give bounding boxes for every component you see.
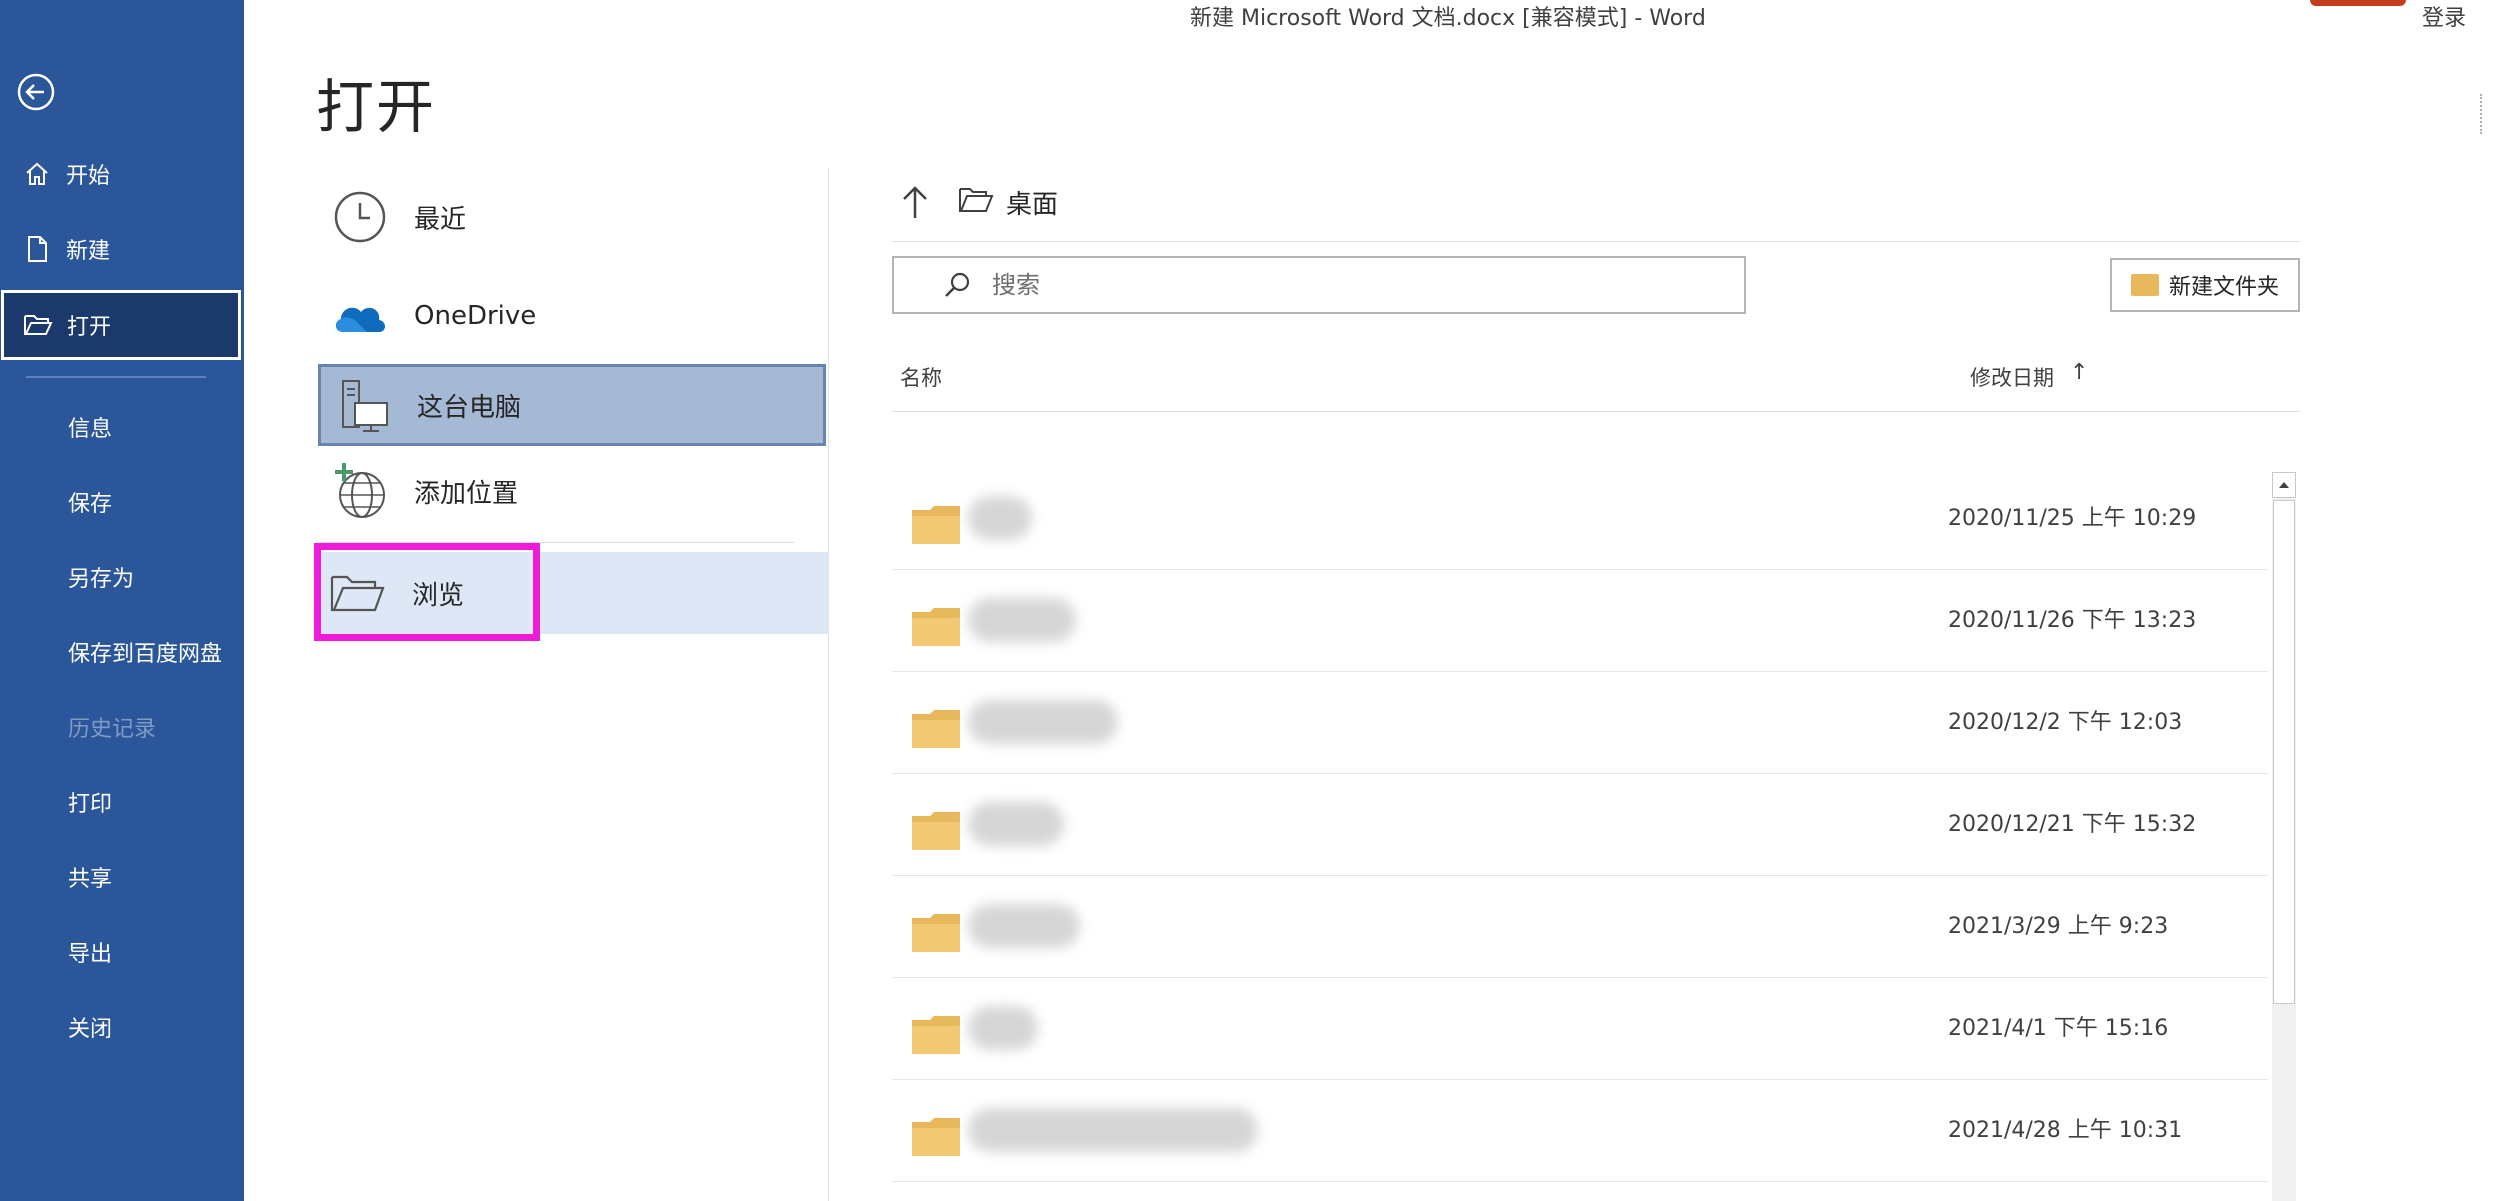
new-document-icon bbox=[22, 234, 52, 264]
sort-ascending-icon: ↑ bbox=[2070, 360, 2089, 385]
nav-print[interactable]: 打印 bbox=[0, 773, 244, 831]
folder-icon bbox=[912, 812, 960, 850]
nav-share[interactable]: 共享 bbox=[0, 848, 244, 906]
nav-save-as[interactable]: 另存为 bbox=[0, 548, 244, 606]
file-name-redacted bbox=[968, 1006, 1038, 1050]
sidebar-divider bbox=[26, 376, 206, 378]
locations-divider bbox=[320, 542, 794, 543]
scrollbar-thumb[interactable] bbox=[2273, 500, 2295, 1004]
folder-icon bbox=[912, 608, 960, 646]
computer-icon bbox=[333, 375, 393, 435]
cloud-icon bbox=[330, 286, 390, 346]
file-name-redacted bbox=[968, 802, 1064, 846]
up-folder-button[interactable] bbox=[898, 182, 932, 222]
folder-icon bbox=[912, 1118, 960, 1156]
file-name-redacted bbox=[968, 496, 1032, 540]
location-this-pc[interactable]: 这台电脑 bbox=[318, 364, 826, 446]
file-row[interactable]: 2020/11/26 下午 13:23 bbox=[892, 570, 2268, 672]
breadcrumb-divider bbox=[892, 241, 2300, 242]
search-input[interactable] bbox=[990, 270, 1594, 300]
nav-export[interactable]: 导出 bbox=[0, 923, 244, 981]
folder-icon bbox=[2130, 274, 2159, 296]
folder-open-icon bbox=[328, 563, 388, 623]
folder-icon bbox=[912, 1016, 960, 1054]
file-name-redacted bbox=[968, 1108, 1258, 1152]
new-folder-button[interactable]: 新建文件夹 bbox=[2110, 258, 2300, 312]
file-row[interactable]: 2020/12/21 下午 15:32 bbox=[892, 774, 2268, 876]
location-add-place[interactable]: 添加位置 bbox=[318, 450, 826, 532]
back-arrow-icon bbox=[17, 73, 55, 111]
header-divider bbox=[892, 411, 2300, 412]
window-title: 新建 Microsoft Word 文档.docx [兼容模式] - Word bbox=[1190, 6, 1706, 31]
up-arrow-icon bbox=[903, 186, 927, 218]
file-row[interactable]: 2020/11/25 上午 10:29 bbox=[892, 468, 2268, 570]
nav-save[interactable]: 保存 bbox=[0, 473, 244, 531]
page-title: 打开 bbox=[316, 73, 437, 141]
nav-new[interactable]: 新建 bbox=[0, 220, 244, 278]
file-name-redacted bbox=[968, 700, 1118, 744]
breadcrumb[interactable]: 桌面 bbox=[1006, 184, 1058, 221]
nav-home[interactable]: 开始 bbox=[0, 145, 244, 203]
scroll-up-button[interactable] bbox=[2272, 472, 2296, 498]
search-box[interactable] bbox=[892, 256, 1746, 314]
backstage-sidebar: 开始 新建 打开 信息 保存 另存为 保存到百度网盘 历史记录 打印 共享 导出… bbox=[0, 0, 244, 1201]
nav-history: 历史记录 bbox=[68, 717, 157, 742]
column-header-name[interactable]: 名称 bbox=[900, 362, 942, 392]
folder-icon bbox=[912, 506, 960, 544]
file-name-redacted bbox=[968, 904, 1080, 948]
add-location-globe-icon bbox=[330, 461, 390, 521]
file-row[interactable]: 2020/12/2 下午 12:03 bbox=[892, 672, 2268, 774]
column-header-modified[interactable]: 修改日期 bbox=[1970, 362, 2054, 392]
nav-save-to-baidu[interactable]: 保存到百度网盘 bbox=[0, 623, 244, 681]
home-icon bbox=[22, 159, 52, 189]
open-folder-icon bbox=[23, 310, 53, 340]
column-divider bbox=[828, 168, 829, 1201]
file-row[interactable]: 2021/3/29 上午 9:23 bbox=[892, 876, 2268, 978]
nav-close[interactable]: 关闭 bbox=[0, 998, 244, 1056]
file-name-redacted bbox=[968, 598, 1076, 642]
breadcrumb-folder-icon bbox=[958, 186, 994, 218]
folder-icon bbox=[912, 914, 960, 952]
signin-link[interactable]: 登录 bbox=[2422, 0, 2466, 32]
location-onedrive[interactable]: OneDrive bbox=[318, 275, 826, 357]
clock-icon bbox=[330, 187, 390, 247]
file-row[interactable]: 2021/4/28 上午 10:31 bbox=[892, 1080, 2268, 1182]
folder-icon bbox=[912, 710, 960, 748]
location-browse[interactable]: 浏览 bbox=[316, 552, 828, 634]
back-button[interactable] bbox=[16, 72, 56, 112]
search-icon bbox=[945, 272, 970, 297]
account-badge bbox=[2310, 0, 2406, 6]
nav-info[interactable]: 信息 bbox=[0, 398, 244, 456]
triangle-up-icon bbox=[2279, 482, 2289, 488]
resize-grip[interactable] bbox=[2480, 94, 2486, 134]
file-row[interactable]: 2021/4/1 下午 15:16 bbox=[892, 978, 2268, 1080]
nav-open[interactable]: 打开 bbox=[1, 290, 241, 360]
location-recent[interactable]: 最近 bbox=[318, 176, 826, 258]
